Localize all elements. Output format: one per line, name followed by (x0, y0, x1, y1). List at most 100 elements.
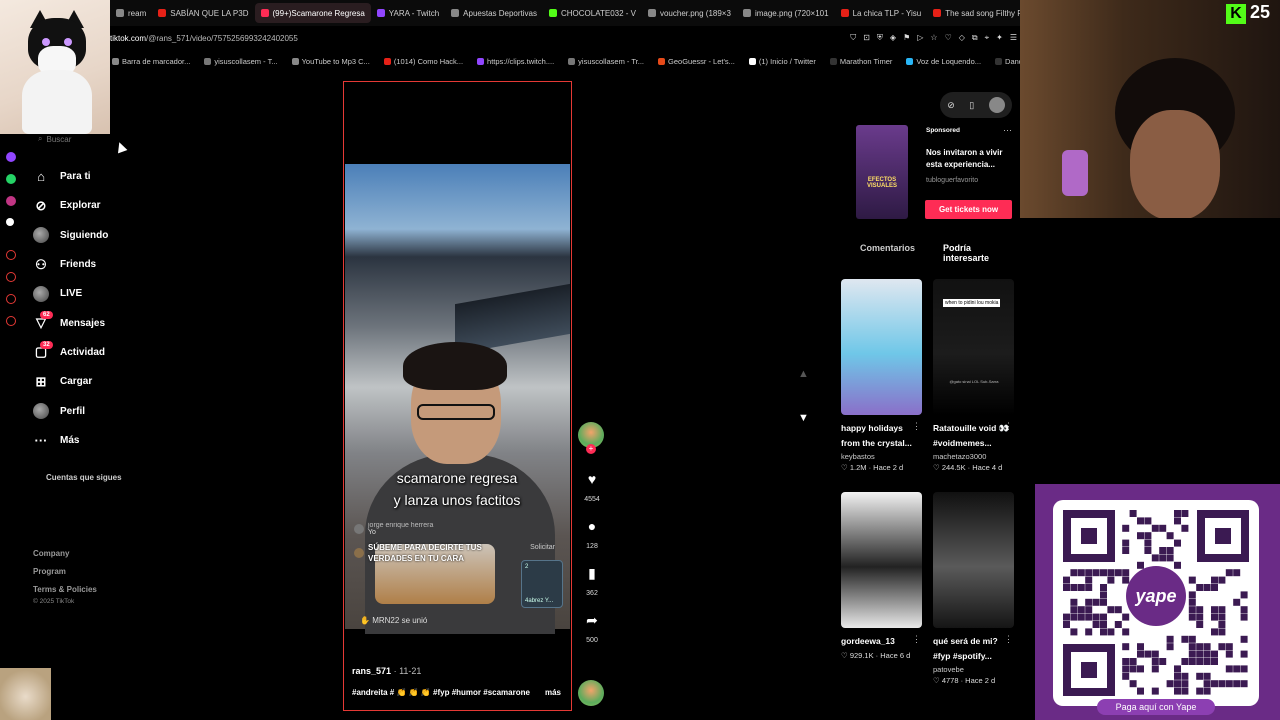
bookmark-item[interactable]: Barra de marcador... (112, 57, 190, 66)
twitch-icon[interactable] (6, 152, 16, 162)
bookmark-item[interactable]: https://clips.twitch.... (477, 57, 554, 66)
video-card[interactable]: when to pidini lou mokia @gato sinal LOL … (933, 279, 1015, 472)
bookmark-item[interactable]: (1014) Como Hack... (383, 57, 463, 66)
video-card[interactable]: ⋮ happy holidays from the crystal... keyba… (841, 279, 923, 472)
follow-plus-icon[interactable]: + (586, 444, 596, 454)
instagram-icon[interactable] (6, 196, 16, 206)
extension-icon[interactable]: ◈ (890, 33, 896, 43)
card-more-icon[interactable]: ⋮ (912, 634, 921, 645)
browser-tab[interactable]: La chica TLP - Yisu (835, 3, 928, 23)
bookmark-item[interactable]: yisuscollasem - Tr... (568, 57, 644, 66)
bookmark-item[interactable]: GeoGuessr - Let's... (658, 57, 735, 66)
bookmark-item[interactable]: yisuscollasem - T... (204, 57, 278, 66)
browser-tab[interactable]: SABÍAN QUE LA P3D (152, 3, 254, 23)
address-bar[interactable]: tiktok.com /@rans_571/video/757525699324… (110, 28, 1025, 48)
sidebar-item-mensajes[interactable]: ▽ 62 Mensajes (32, 308, 182, 337)
video-card[interactable]: ⋮ qué será de mi? #fyp #spotify... patoveb… (933, 492, 1015, 685)
next-video-icon[interactable]: ▼ (798, 412, 809, 424)
sidebar-app-icon[interactable] (6, 294, 16, 304)
play-icon[interactable]: ▷ (917, 33, 923, 43)
sidebar-app-icon[interactable] (6, 272, 16, 282)
browser-tab[interactable]: image.png (720×101 (737, 3, 835, 23)
menu-icon[interactable]: ☰ (1010, 33, 1017, 43)
sidebar-item-para-ti[interactable]: ⌂ Para ti (32, 162, 182, 191)
shield-icon[interactable]: ⛨ (877, 33, 883, 43)
video-player[interactable]: scamarone regresa y lanza unos factitos … (343, 81, 572, 711)
browser-tab[interactable]: ream (110, 3, 152, 23)
settings-icon[interactable] (6, 316, 16, 326)
sidebar-item-live[interactable]: LIVE (32, 279, 182, 308)
browser-tab[interactable]: Apuestas Deportivas (445, 3, 543, 23)
sidebar-item-m-s[interactable]: ··· Más (32, 426, 182, 455)
share-action[interactable]: ➦ 500 (578, 611, 606, 644)
card-more-icon[interactable]: ⋮ (1004, 421, 1013, 432)
sidebar-item-explorar[interactable]: ⊘ Explorar (32, 191, 182, 220)
save-action[interactable]: ▮ 362 (578, 564, 606, 597)
phone-icon[interactable]: ▯ (969, 100, 974, 111)
card-more-icon[interactable]: ⋮ (912, 421, 921, 432)
share-arrow-icon[interactable]: ➦ (578, 611, 606, 629)
footer-link-program[interactable]: Program (33, 563, 97, 581)
card-thumbnail[interactable] (933, 492, 1014, 628)
video-author[interactable]: rans_571 · 11-21 (352, 666, 421, 676)
puzzle-icon[interactable]: ⧉ (972, 33, 978, 43)
more-button[interactable]: más (545, 688, 561, 697)
card-more-icon[interactable]: ⋮ (1004, 634, 1013, 645)
card-title[interactable]: happy holidays from the crystal... (841, 421, 919, 451)
video-card[interactable]: ⋮ gordeewa_13 ♡ 929.1K · Hace 6 d (841, 492, 923, 660)
bookmark-item[interactable]: YouTube to Mp3 C... (291, 57, 370, 66)
comment-action[interactable]: ● 128 (578, 517, 606, 550)
comment-icon[interactable]: ● (578, 517, 606, 535)
bookmark-item[interactable]: (1) Inicio / Twitter (748, 57, 816, 66)
ai-icon[interactable]: ✦ (996, 33, 1003, 43)
x-icon[interactable] (6, 218, 14, 226)
tab-search-icon[interactable]: ⌖ (985, 33, 990, 43)
browser-tab[interactable]: (99+)Scamarone Regresa (254, 3, 371, 23)
share-icon[interactable]: ◇ (959, 33, 965, 43)
footer-link-company[interactable]: Company (33, 545, 97, 563)
sidebar-app-icon[interactable] (6, 250, 16, 260)
card-thumbnail[interactable] (841, 492, 922, 628)
screenshot-icon[interactable]: ⊡ (863, 33, 870, 43)
ad-handle[interactable]: tubloguerfavorito (926, 177, 978, 184)
card-title[interactable]: qué será de mi? #fyp #spotify... (933, 634, 1011, 664)
footer-link-terms[interactable]: Terms & Policies (33, 581, 97, 599)
sponsored-ad[interactable]: EFECTOS VISUALES Sponsored ··· Nos invit… (856, 125, 1014, 220)
music-disc-avatar[interactable] (578, 680, 604, 706)
heart-icon[interactable]: ♥ (578, 470, 606, 488)
card-title[interactable]: gordeewa_13 (841, 634, 919, 649)
bookmark-item[interactable]: Voz de Loquendo... (906, 57, 981, 66)
get-tickets-button[interactable]: Get tickets now (925, 200, 1012, 219)
sidebar-item-friends[interactable]: ⚇ Friends (32, 250, 182, 279)
profile-avatar[interactable] (988, 97, 1005, 113)
compass-icon[interactable]: ⊘ (947, 100, 955, 111)
bookmark-icon[interactable]: ⛉ (850, 33, 856, 43)
tab-might-interest[interactable]: Podría interesarte (929, 243, 1016, 263)
search-input[interactable] (46, 134, 127, 144)
request-label[interactable]: Solicitar (530, 544, 555, 551)
sidebar-item-cargar[interactable]: ⊞ Cargar (32, 367, 182, 396)
heart-icon[interactable]: ♡ (945, 33, 952, 43)
previous-video-icon[interactable]: ▲ (798, 368, 809, 380)
video-hashtags[interactable]: #andreita # 👏 👏 👏 #fyp #humor #scamarone (352, 688, 530, 697)
ad-thumbnail[interactable]: EFECTOS VISUALES (856, 125, 908, 219)
like-action[interactable]: ♥ 4554 (578, 470, 606, 503)
translate-icon[interactable]: ⚑ (903, 33, 910, 43)
card-author[interactable]: keybastos (841, 452, 923, 461)
whatsapp-icon[interactable] (6, 174, 16, 184)
card-thumbnail[interactable] (841, 279, 922, 415)
card-author[interactable]: patovebe (933, 665, 1015, 674)
sidebar-item-actividad[interactable]: ▢ 32 Actividad (32, 338, 182, 367)
tab-comments[interactable]: Comentarios (846, 243, 929, 263)
sidebar-item-siguiendo[interactable]: Siguiendo (32, 221, 182, 250)
creator-avatar[interactable]: + (578, 422, 604, 454)
bookmark-star-icon[interactable]: ☆ (930, 33, 937, 43)
bookmark-icon[interactable]: ▮ (578, 564, 606, 582)
browser-tab[interactable]: CHOCOLATE032 - V (543, 3, 642, 23)
browser-tab[interactable]: YARA - Twitch (371, 3, 445, 23)
browser-tab[interactable]: voucher.png (189×3 (642, 3, 737, 23)
sidebar-item-perfil[interactable]: Perfil (32, 396, 182, 425)
card-title[interactable]: Ratatouille void 👀 #voidmemes... (933, 421, 1011, 451)
card-thumbnail[interactable]: when to pidini lou mokia @gato sinal LOL … (933, 279, 1014, 415)
card-author[interactable]: machetazo3000 (933, 452, 1015, 461)
